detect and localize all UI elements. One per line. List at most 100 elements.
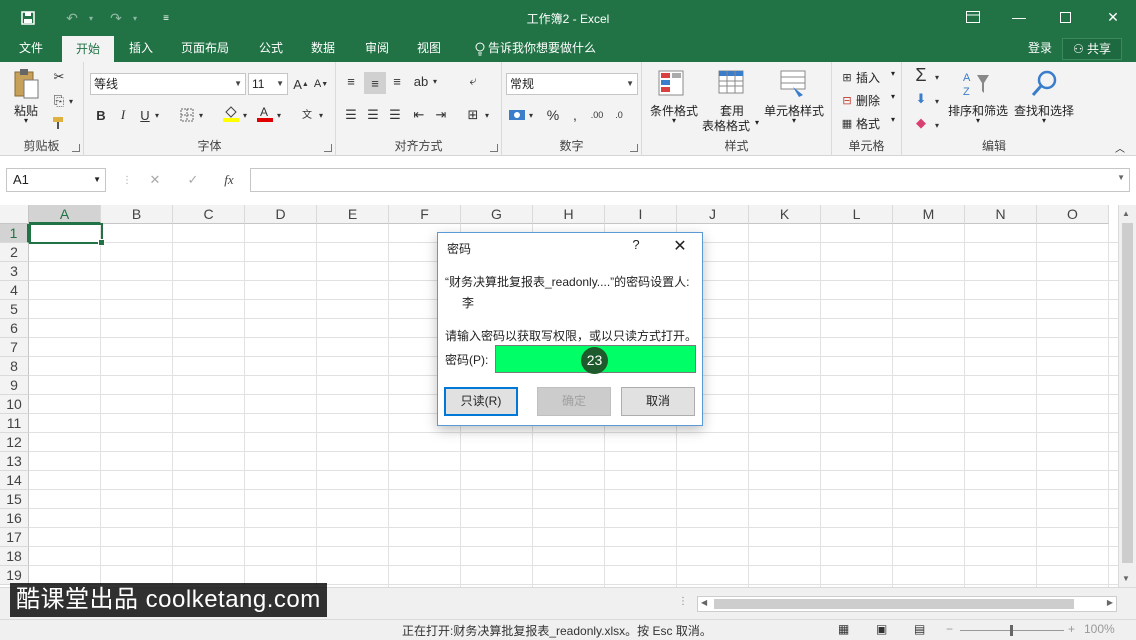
fill-icon[interactable]: ⬇ <box>912 90 930 108</box>
delete-cells-dropdown-icon[interactable]: ▾ <box>888 92 898 101</box>
bold-icon[interactable]: B <box>92 106 110 124</box>
fill-color-icon[interactable] <box>222 104 240 122</box>
phonetic-dropdown-icon[interactable]: ▾ <box>316 106 326 124</box>
maximize-icon[interactable] <box>1052 6 1078 28</box>
align-middle-icon[interactable]: ≡ <box>364 72 386 94</box>
row-header-14[interactable]: 14 <box>0 471 29 490</box>
italic-icon[interactable]: I <box>114 106 132 124</box>
scroll-left-icon[interactable]: ◀ <box>701 598 707 607</box>
sign-in-link[interactable]: 登录 <box>1020 36 1060 62</box>
row-header-3[interactable]: 3 <box>0 262 29 281</box>
column-header-c[interactable]: C <box>173 205 245 224</box>
column-header-h[interactable]: H <box>533 205 605 224</box>
row-header-5[interactable]: 5 <box>0 300 29 319</box>
row-header-15[interactable]: 15 <box>0 490 29 509</box>
fill-dropdown-icon[interactable]: ▾ <box>932 92 942 110</box>
cell-styles-icon[interactable] <box>778 68 810 100</box>
decrease-decimal-icon[interactable]: .0 <box>610 106 628 124</box>
column-header-i[interactable]: I <box>605 205 677 224</box>
paste-dropdown-icon[interactable]: ▾ <box>20 116 32 125</box>
normal-view-icon[interactable]: ▦ <box>838 622 849 636</box>
row-header-13[interactable]: 13 <box>0 452 29 471</box>
column-header-j[interactable]: J <box>677 205 749 224</box>
row-header-4[interactable]: 4 <box>0 281 29 300</box>
format-cells-icon[interactable]: ▦ <box>838 114 856 132</box>
row-header-2[interactable]: 2 <box>0 243 29 262</box>
column-header-l[interactable]: L <box>821 205 893 224</box>
format-as-table-button[interactable]: 表格格式 <box>698 117 754 134</box>
row-header-8[interactable]: 8 <box>0 357 29 376</box>
font-name-select[interactable]: 等线 ▼ <box>90 73 246 95</box>
column-header-k[interactable]: K <box>749 205 821 224</box>
font-size-select[interactable]: 11 ▼ <box>248 73 288 95</box>
tab-insert[interactable]: 插入 <box>118 36 164 62</box>
find-select-icon[interactable] <box>1028 68 1060 100</box>
align-center-icon[interactable]: ☰ <box>364 106 382 124</box>
currency-icon[interactable] <box>508 106 526 124</box>
currency-dropdown-icon[interactable]: ▾ <box>526 106 536 124</box>
align-bottom-icon[interactable]: ≡ <box>388 72 406 90</box>
column-header-n[interactable]: N <box>965 205 1037 224</box>
cancel-icon[interactable]: ✕ <box>146 171 164 189</box>
cut-icon[interactable]: ✂ <box>50 68 68 86</box>
row-header-9[interactable]: 9 <box>0 376 29 395</box>
font-color-icon[interactable]: A <box>256 104 274 122</box>
horizontal-scrollbar[interactable]: ◀ ▶ <box>697 596 1117 612</box>
close-icon[interactable]: ✕ <box>668 236 692 258</box>
align-left-icon[interactable]: ☰ <box>342 106 360 124</box>
format-as-table-icon[interactable] <box>716 68 748 100</box>
column-header-g[interactable]: G <box>461 205 533 224</box>
tab-review[interactable]: 审阅 <box>356 36 398 62</box>
insert-cells-button[interactable]: 插入 <box>856 69 884 86</box>
underline-dropdown-icon[interactable]: ▾ <box>152 106 162 124</box>
number-dialog-launcher[interactable] <box>630 144 638 152</box>
autosum-dropdown-icon[interactable]: ▾ <box>932 68 942 86</box>
cancel-button[interactable]: 取消 <box>621 387 695 416</box>
row-header-11[interactable]: 11 <box>0 414 29 433</box>
lightbulb-icon[interactable] <box>470 36 490 62</box>
orientation-dropdown-icon[interactable]: ▾ <box>430 72 440 90</box>
tab-home[interactable]: 开始 <box>62 36 114 62</box>
read-only-button[interactable]: 只读(R) <box>444 387 518 416</box>
row-header-18[interactable]: 18 <box>0 547 29 566</box>
font-dialog-launcher[interactable] <box>324 144 332 152</box>
paste-icon[interactable] <box>10 68 42 100</box>
sort-filter-dropdown-icon[interactable]: ▾ <box>972 116 984 125</box>
tab-view[interactable]: 视图 <box>408 36 450 62</box>
tab-formulas[interactable]: 公式 <box>250 36 292 62</box>
tab-data[interactable]: 数据 <box>302 36 344 62</box>
tab-file[interactable]: 文件 <box>8 36 54 62</box>
increase-font-icon[interactable]: A ▲ <box>292 75 310 93</box>
wrap-text-icon[interactable]: ⤶ <box>464 72 482 90</box>
insert-function-icon[interactable]: fx <box>220 171 238 189</box>
format-painter-icon[interactable] <box>50 114 68 132</box>
horizontal-scroll-thumb[interactable] <box>714 599 1074 609</box>
row-header-10[interactable]: 10 <box>0 395 29 414</box>
comma-style-icon[interactable]: , <box>566 106 584 124</box>
ribbon-display-icon[interactable] <box>960 6 986 28</box>
format-cells-button[interactable]: 格式 <box>856 115 884 132</box>
clear-dropdown-icon[interactable]: ▾ <box>932 116 942 134</box>
tell-me-search[interactable]: 告诉我你想要做什么 <box>488 36 602 62</box>
merge-center-icon[interactable]: ⊞ <box>464 106 482 124</box>
page-layout-view-icon[interactable]: ▣ <box>876 622 887 636</box>
orientation-icon[interactable]: ab <box>412 72 430 90</box>
enter-icon[interactable]: ✓ <box>184 171 202 189</box>
increase-decimal-icon[interactable]: .00 <box>588 106 606 124</box>
clear-icon[interactable]: ◆ <box>912 114 930 132</box>
scroll-up-icon[interactable]: ▲ <box>1122 209 1130 218</box>
copy-dropdown-icon[interactable]: ▾ <box>66 92 76 110</box>
column-header-o[interactable]: O <box>1037 205 1109 224</box>
format-as-table-dropdown-icon[interactable]: ▾ <box>752 118 762 127</box>
zoom-in-icon[interactable]: + <box>1068 622 1075 636</box>
close-icon[interactable]: ✕ <box>1100 6 1126 28</box>
scroll-right-icon[interactable]: ▶ <box>1107 598 1113 607</box>
select-all-corner[interactable] <box>0 205 29 224</box>
row-header-6[interactable]: 6 <box>0 319 29 338</box>
zoom-out-icon[interactable]: − <box>946 622 953 636</box>
delete-cells-icon[interactable]: ⊟ <box>838 91 856 109</box>
align-right-icon[interactable]: ☰ <box>386 106 404 124</box>
fill-color-dropdown-icon[interactable]: ▾ <box>240 106 250 124</box>
align-top-icon[interactable]: ≡ <box>342 72 360 90</box>
tab-page-layout[interactable]: 页面布局 <box>172 36 238 62</box>
